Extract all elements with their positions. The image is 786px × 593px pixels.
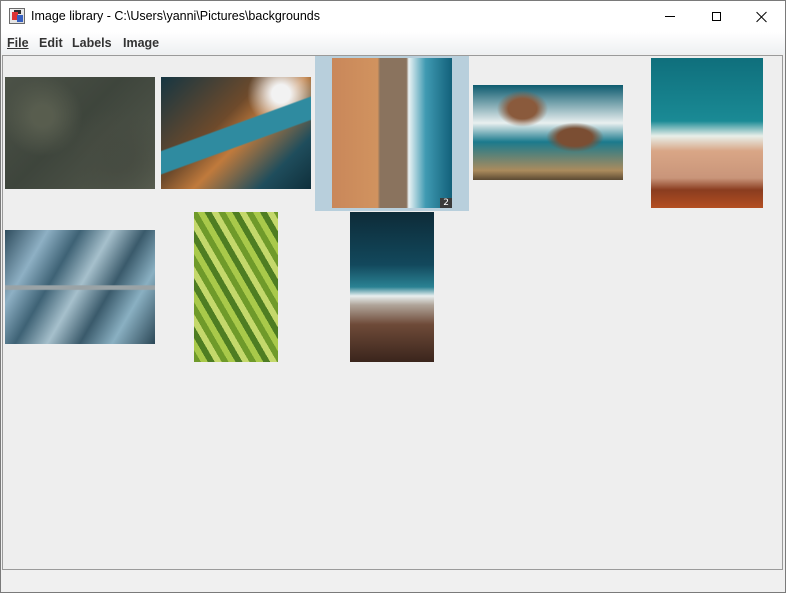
window-title: Image library - C:\Users\yanni\Pictures\… [31, 9, 321, 23]
close-icon [756, 11, 768, 23]
thumbnail-beach-wall[interactable]: 2 [332, 58, 452, 208]
image-count-badge: 2 [440, 198, 452, 208]
image-gallery[interactable]: 2 [2, 55, 783, 570]
thumbnail-road-aerial[interactable] [5, 77, 155, 189]
maximize-icon [711, 12, 721, 21]
menu-file[interactable]: File [7, 36, 29, 50]
menu-edit[interactable]: Edit [39, 36, 63, 50]
menu-image[interactable]: Image [123, 36, 159, 50]
maximize-button[interactable] [693, 1, 739, 32]
status-bar [1, 571, 785, 592]
minimize-icon [665, 16, 675, 17]
menu-file-label: File [7, 36, 29, 50]
menu-labels[interactable]: Labels [72, 36, 112, 50]
thumbnail-green-fields[interactable] [194, 212, 278, 362]
app-window: Image library - C:\Users\yanni\Pictures\… [0, 0, 786, 593]
thumbnail-shore-beach[interactable] [651, 58, 763, 208]
title-bar[interactable]: Image library - C:\Users\yanni\Pictures\… [1, 1, 785, 32]
minimize-button[interactable] [647, 1, 693, 32]
thumbnail-sea-pool[interactable] [161, 77, 311, 189]
app-icon[interactable] [9, 8, 25, 24]
close-button[interactable] [739, 1, 785, 32]
thumbnail-sea-rocks[interactable] [473, 85, 623, 180]
menu-bar: File Edit Labels Image [1, 32, 785, 54]
thumbnail-river-delta[interactable] [5, 230, 155, 344]
thumbnail-waves-vertical[interactable] [350, 212, 434, 362]
